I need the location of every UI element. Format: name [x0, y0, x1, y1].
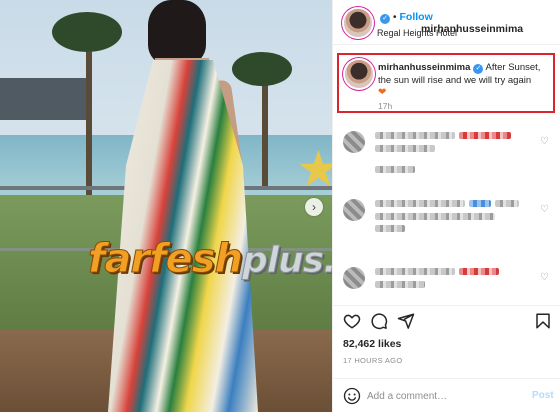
- add-comment-bar: Post: [333, 378, 560, 412]
- comment-heart-icon[interactable]: ♡: [540, 272, 549, 283]
- building-background: [0, 78, 90, 120]
- palm-tree: [262, 70, 268, 190]
- caption-highlight: mirhanhusseinmima ✓ After Sunset, the sun…: [337, 53, 555, 113]
- pixelated-meta: [375, 281, 425, 288]
- pixelated-text: [495, 200, 519, 207]
- comment-heart-icon[interactable]: ♡: [540, 204, 549, 215]
- comment-item: ♡: [333, 264, 560, 294]
- pixelated-emoji: [469, 200, 491, 207]
- pixelated-text: [375, 213, 495, 220]
- palm-fronds: [52, 12, 122, 52]
- next-image-button[interactable]: ›: [305, 198, 323, 216]
- comment-icon[interactable]: [370, 312, 388, 330]
- pixelated-username: [375, 268, 455, 275]
- post-side-panel: mirhanhusseinmima ✓ • Follow Regal Heights …: [332, 0, 560, 412]
- post-timestamp[interactable]: 17 HOURS AGO: [343, 356, 402, 365]
- separator-dot: •: [393, 12, 397, 23]
- pixelated-username: [375, 132, 455, 139]
- comment-input[interactable]: [367, 387, 517, 405]
- commenter-avatar[interactable]: [343, 131, 365, 153]
- verified-icon: ✓: [473, 64, 484, 74]
- pixelated-text: [375, 166, 415, 173]
- caption-avatar[interactable]: [345, 60, 373, 88]
- comment-heart-icon[interactable]: ♡: [540, 136, 549, 147]
- pixelated-text: [459, 132, 511, 139]
- palm-fronds: [232, 52, 292, 86]
- post-photo[interactable]: ★ › farfeshplus.com: [0, 0, 332, 412]
- verified-icon: ✓: [380, 14, 390, 24]
- caption-username[interactable]: mirhanhusseinmima: [378, 62, 470, 73]
- post-location[interactable]: Regal Heights Hotel: [377, 28, 457, 38]
- author-avatar[interactable]: [344, 9, 372, 37]
- likes-count[interactable]: 82,462 likes: [343, 338, 401, 350]
- caption-text: mirhanhusseinmima ✓ After Sunset, the sun…: [378, 61, 554, 98]
- post-comment-button[interactable]: Post: [532, 390, 554, 401]
- star-decoration: ★: [296, 141, 332, 197]
- comment-item: [333, 160, 560, 190]
- commenter-avatar[interactable]: [343, 267, 365, 289]
- pixelated-text: [459, 268, 499, 275]
- comment-item: ♡: [333, 128, 560, 158]
- woman-hair: [148, 0, 206, 64]
- pixelated-meta: [375, 145, 435, 152]
- orange-heart-emoji: ❤: [378, 87, 387, 98]
- share-icon[interactable]: [397, 312, 415, 330]
- palm-tree: [86, 28, 92, 198]
- follow-button[interactable]: Follow: [400, 11, 433, 23]
- author-line: mirhanhusseinmima ✓ • Follow: [377, 11, 523, 35]
- commenter-avatar[interactable]: [343, 199, 365, 221]
- post-header: mirhanhusseinmima ✓ • Follow Regal Heights …: [333, 0, 560, 45]
- pixelated-username: [375, 200, 465, 207]
- heart-icon[interactable]: [343, 312, 361, 330]
- smiley-icon[interactable]: [343, 387, 361, 405]
- printed-maxi-dress: [108, 60, 258, 412]
- pixelated-meta: [375, 225, 405, 232]
- action-bar: [333, 305, 560, 335]
- bookmark-icon[interactable]: [534, 312, 552, 330]
- caption-timestamp: 17h: [378, 101, 393, 111]
- comment-item: ♡: [333, 196, 560, 232]
